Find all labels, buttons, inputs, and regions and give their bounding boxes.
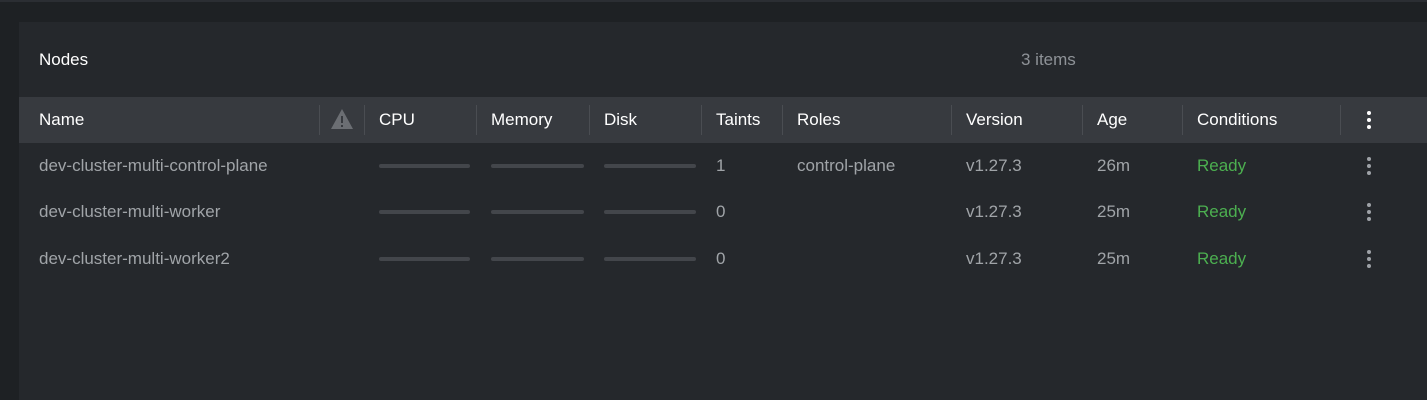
node-roles: control-plane (797, 156, 896, 175)
node-condition-status: Ready (1197, 202, 1247, 221)
table-row[interactable]: dev-cluster-multi-worker 0 v1.27.3 25m Ready (19, 189, 1427, 235)
column-resize-handle[interactable] (782, 105, 783, 135)
memory-usage-bar (491, 210, 584, 214)
node-age: 25m (1097, 202, 1131, 221)
node-age: 25m (1097, 249, 1131, 268)
cpu-usage-bar (379, 164, 470, 168)
cpu-usage-bar (379, 257, 470, 261)
column-resize-handle[interactable] (364, 105, 365, 135)
disk-usage-bar (604, 257, 696, 261)
disk-usage-bar (604, 210, 696, 214)
column-header-name[interactable]: Name (39, 97, 84, 143)
column-header-memory[interactable]: Memory (491, 97, 552, 143)
taints-count: 0 (716, 202, 726, 221)
taints-count: 1 (716, 156, 726, 175)
page-title: Nodes (39, 50, 89, 69)
column-resize-handle[interactable] (1182, 105, 1183, 135)
column-resize-handle[interactable] (319, 105, 320, 135)
node-version: v1.27.3 (966, 156, 1022, 175)
node-version: v1.27.3 (966, 202, 1022, 221)
column-resize-handle[interactable] (1340, 105, 1341, 135)
row-menu-icon[interactable] (1366, 203, 1372, 223)
node-condition-status: Ready (1197, 156, 1247, 175)
column-header-taints[interactable]: Taints (716, 97, 760, 143)
columns-menu-icon[interactable] (1366, 111, 1372, 131)
row-menu-icon[interactable] (1366, 157, 1372, 177)
node-age: 26m (1097, 156, 1131, 175)
top-divider (0, 0, 1427, 2)
item-count: 3 items (1021, 50, 1076, 69)
column-header-version[interactable]: Version (966, 97, 1023, 143)
memory-usage-bar (491, 257, 584, 261)
column-header-conditions[interactable]: Conditions (1197, 97, 1277, 143)
row-menu-icon[interactable] (1366, 250, 1372, 270)
node-name: dev-cluster-multi-worker (39, 202, 221, 221)
memory-usage-bar (491, 164, 584, 168)
node-name: dev-cluster-multi-worker2 (39, 249, 230, 268)
table-row[interactable]: dev-cluster-multi-worker2 0 v1.27.3 25m Read… (19, 236, 1427, 282)
table-row[interactable]: dev-cluster-multi-control-plane 1 control-… (19, 143, 1427, 189)
nodes-panel: Nodes 3 items Name CPU Memory Disk Taint… (19, 22, 1427, 400)
warning-icon[interactable] (330, 108, 354, 130)
node-condition-status: Ready (1197, 249, 1247, 268)
column-resize-handle[interactable] (1082, 105, 1083, 135)
column-resize-handle[interactable] (589, 105, 590, 135)
column-header-disk[interactable]: Disk (604, 97, 637, 143)
disk-usage-bar (604, 164, 696, 168)
table-header: Name CPU Memory Disk Taints Roles Versio… (19, 97, 1427, 143)
node-name: dev-cluster-multi-control-plane (39, 156, 268, 175)
column-resize-handle[interactable] (701, 105, 702, 135)
column-header-roles[interactable]: Roles (797, 97, 840, 143)
column-header-cpu[interactable]: CPU (379, 97, 415, 143)
cpu-usage-bar (379, 210, 470, 214)
column-header-age[interactable]: Age (1097, 97, 1127, 143)
panel-header: Nodes 3 items (19, 22, 1427, 97)
column-resize-handle[interactable] (476, 105, 477, 135)
column-resize-handle[interactable] (951, 105, 952, 135)
taints-count: 0 (716, 249, 726, 268)
node-version: v1.27.3 (966, 249, 1022, 268)
